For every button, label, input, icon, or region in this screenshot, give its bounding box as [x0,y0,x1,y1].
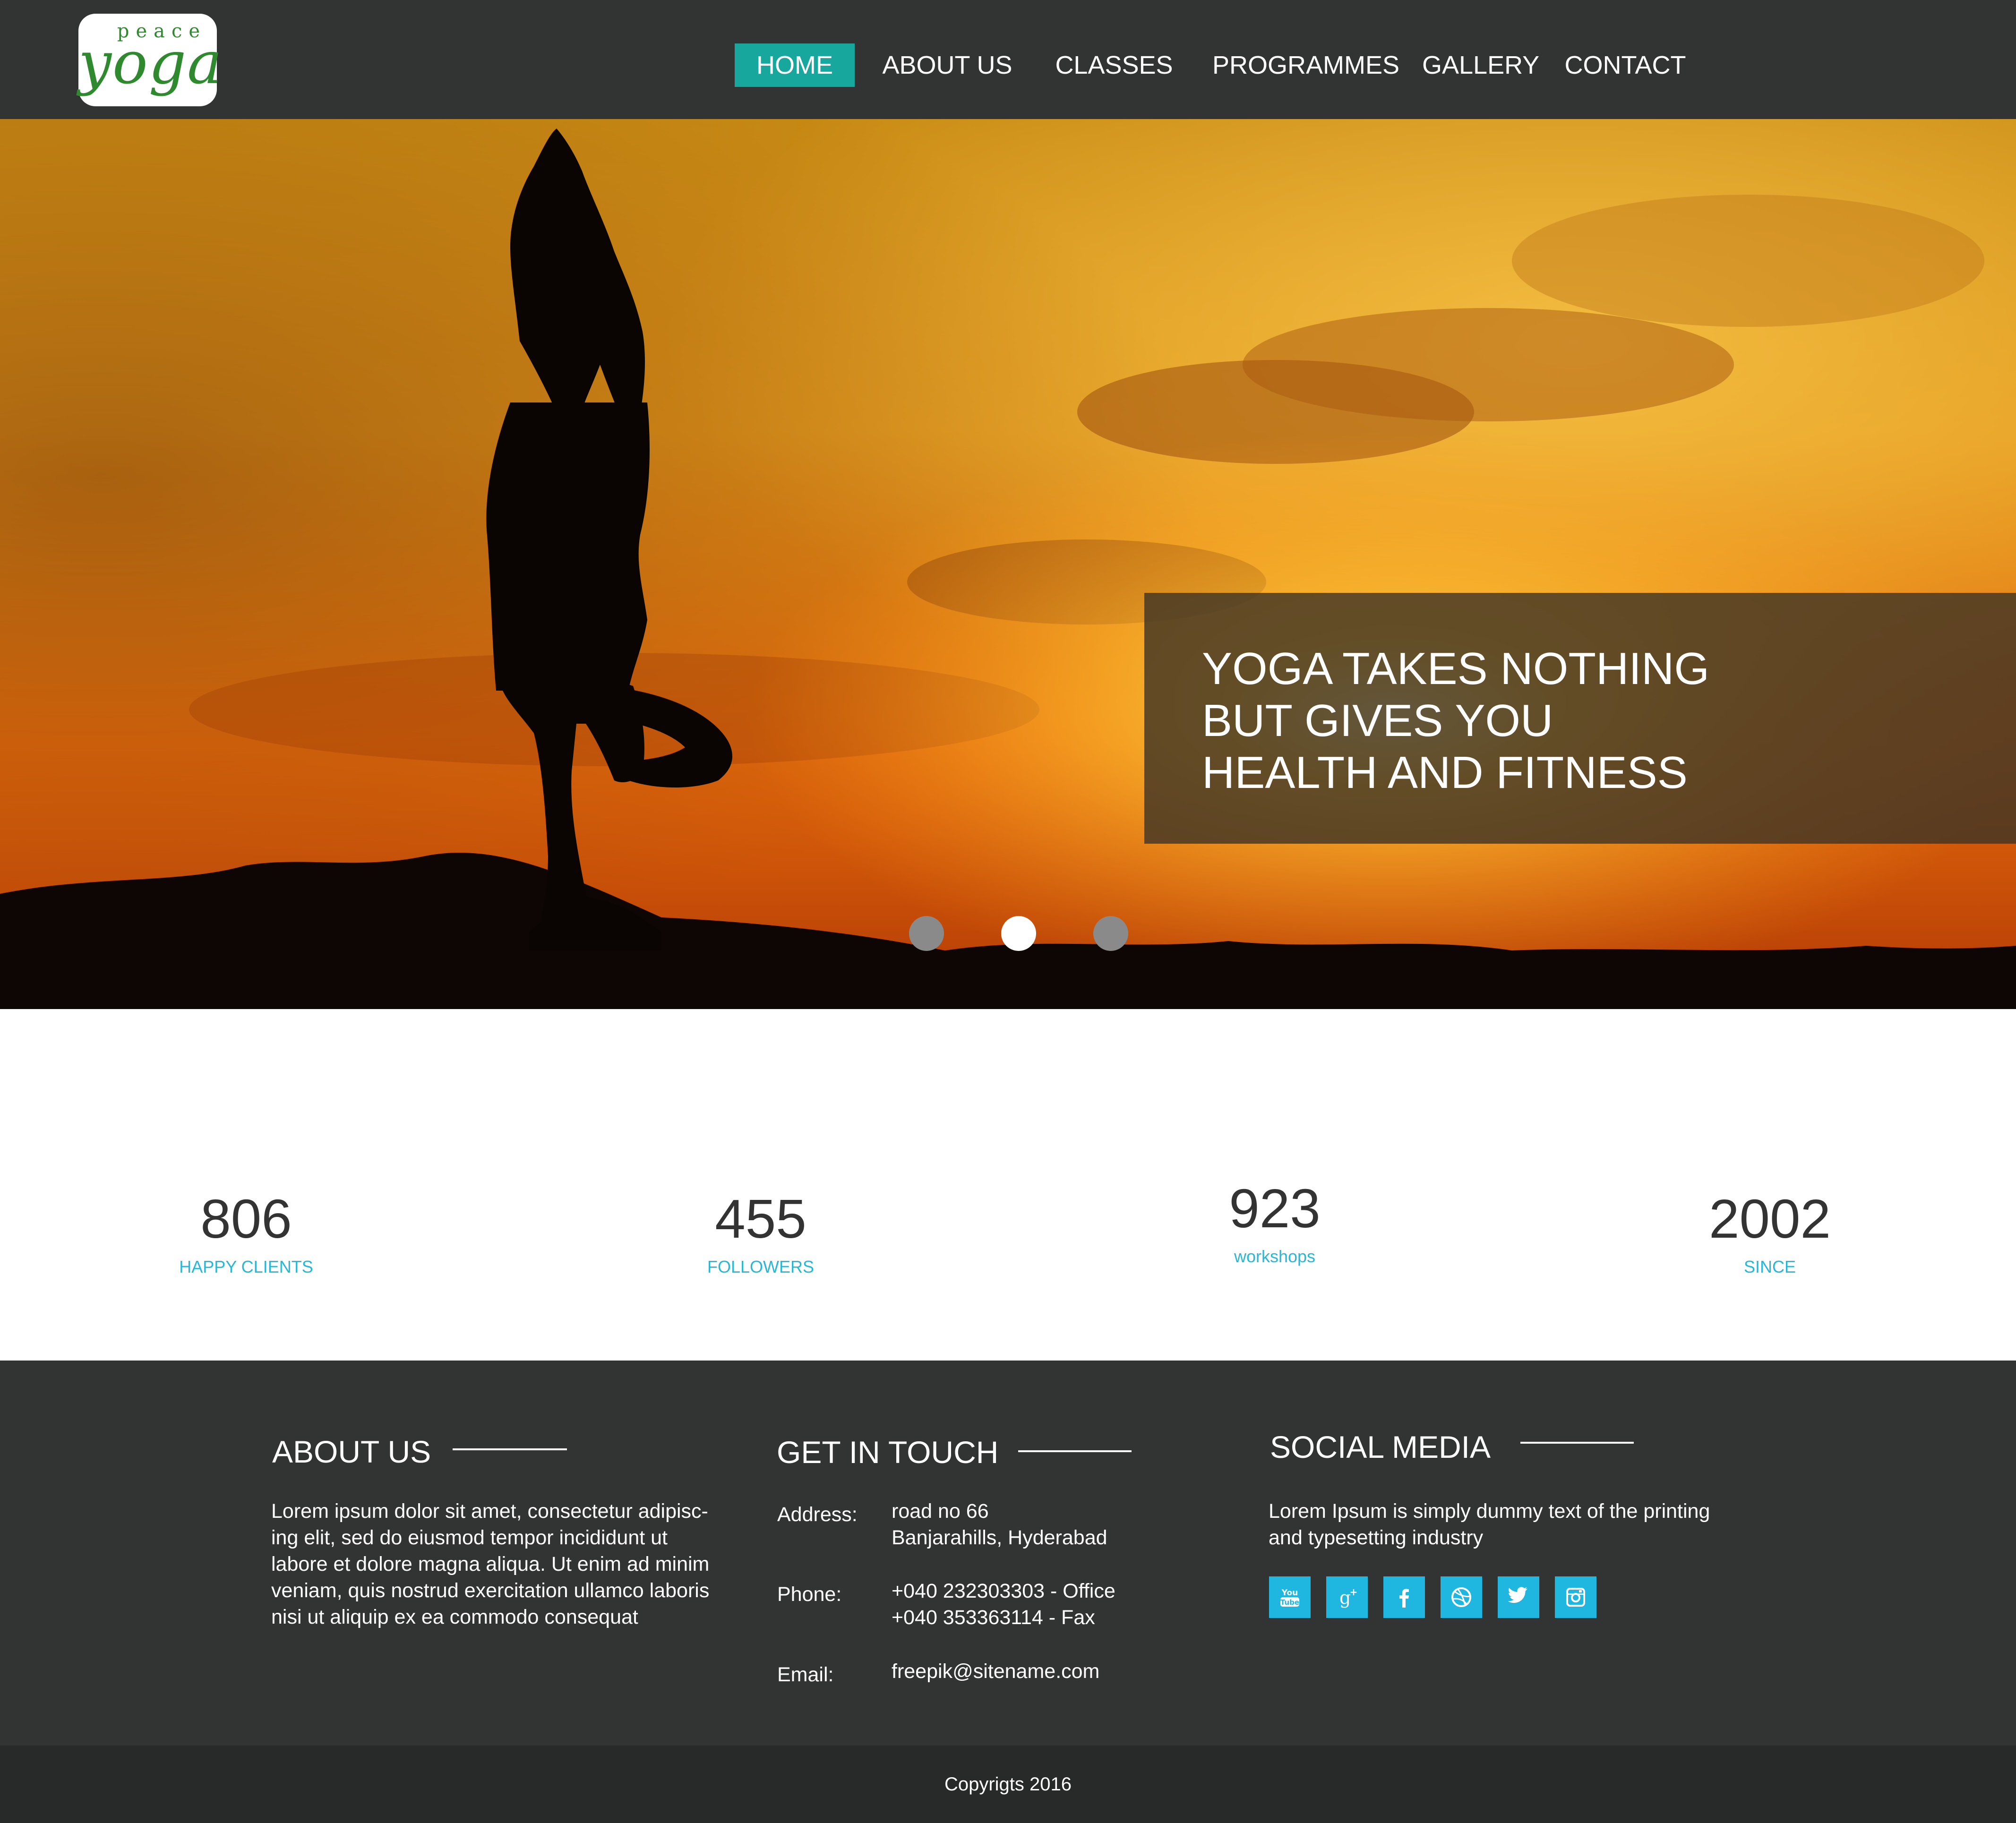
hero-caption-line-2: BUT GIVES YOU [1202,695,1553,746]
nav-gallery[interactable]: GALLERY [1422,43,1539,87]
svg-text:Tube: Tube [1280,1598,1299,1607]
nav-programmes[interactable]: PROGRAMMES [1212,43,1399,87]
nav-about-us[interactable]: ABOUT US [879,43,1016,87]
slider-dot-1[interactable] [909,916,944,951]
footer-social-line-2: and typesetting industry [1269,1526,1484,1549]
instagram-icon[interactable] [1555,1576,1596,1618]
stat-label: workshops [1234,1247,1316,1266]
email-link[interactable]: freepik@sitename.com [892,1658,1099,1685]
hero-slider: YOGA TAKES NOTHING BUT GIVES YOU HEALTH … [0,119,2016,1009]
svg-text:+: + [1350,1586,1358,1598]
facebook-icon[interactable] [1383,1576,1425,1618]
hero-sunset-image [0,119,2016,1009]
google-plus-icon[interactable]: g + [1326,1576,1368,1618]
svg-text:You: You [1281,1588,1298,1598]
slider-dot-3[interactable] [1093,916,1128,951]
nav-home[interactable]: HOME [735,43,855,87]
footer-social-rule [1520,1442,1634,1444]
footer-about-line-3: labore et dolore magna aliqua. Ut enim a… [271,1553,710,1575]
nav-classes[interactable]: CLASSES [1050,43,1178,87]
hero-caption-line-3: HEALTH AND FITNESS [1202,747,1688,798]
phone-fax: +040 353363114 - Fax [892,1606,1095,1629]
twitter-icon[interactable] [1498,1576,1539,1618]
stat-since: 2002 SINCE [1628,1190,1912,1276]
svg-text:g: g [1339,1587,1351,1608]
address-line-2: Banjarahills, Hyderabad [892,1526,1107,1549]
footer-social-title: SOCIAL MEDIA [1270,1429,1491,1464]
hero-caption-line-1: YOGA TAKES NOTHING [1202,643,1709,694]
stat-value: 455 [715,1188,806,1250]
dribbble-icon[interactable] [1441,1576,1482,1618]
footer-about-line-4: veniam, quis nostrud exercitation ullamc… [271,1579,710,1602]
footer-about-line-5: nisi ut aliquip ex ea commodo consequat [271,1606,638,1628]
stat-value: 2002 [1708,1188,1831,1250]
nav-contact[interactable]: CONTACT [1564,43,1687,87]
phone-office[interactable]: +040 232303303 - Office [892,1578,1115,1604]
hero-caption-box: YOGA TAKES NOTHING BUT GIVES YOU HEALTH … [1144,593,2016,844]
footer-about-title: ABOUT US [272,1434,431,1469]
main-nav: HOME ABOUT US CLASSES PROGRAMMES GALLERY… [0,43,2016,87]
stat-value: 923 [1229,1178,1321,1239]
slider-dot-2-active[interactable] [1001,916,1036,951]
stat-label: SINCE [1743,1257,1796,1276]
stat-label: HAPPY CLIENTS [179,1257,313,1276]
stat-followers: 455 FOLLOWERS [619,1190,902,1276]
footer-about-line-1: Lorem ipsum dolor sit amet, consectetur … [271,1500,708,1523]
stat-label: FOLLOWERS [707,1257,815,1276]
site-header: peace yoga HOME ABOUT US CLASSES PROGRAM… [0,0,2016,119]
copyright-text: Copyrigts 2016 [944,1774,1072,1795]
footer-about-line-2: ing elit, sed do eiusmod tempor incididu… [271,1526,668,1549]
youtube-icon[interactable]: You Tube [1269,1576,1311,1618]
address-line-1: road no 66 [892,1500,989,1523]
footer-contact-rule [1018,1450,1132,1452]
address-label: Address: [777,1503,858,1526]
footer-social-line-1: Lorem Ipsum is simply dummy text of the … [1269,1500,1710,1523]
footer-contact-title: GET IN TOUCH [777,1435,999,1470]
footer-about-rule [453,1448,567,1450]
stat-value: 806 [200,1188,292,1250]
copyright-bar: Copyrigts 2016 [0,1746,2016,1823]
phone-label: Phone: [777,1583,842,1606]
stat-workshops: 923 workshops [1133,1180,1416,1266]
email-label: Email: [777,1663,834,1686]
stat-happy-clients: 806 HAPPY CLIENTS [104,1190,388,1276]
